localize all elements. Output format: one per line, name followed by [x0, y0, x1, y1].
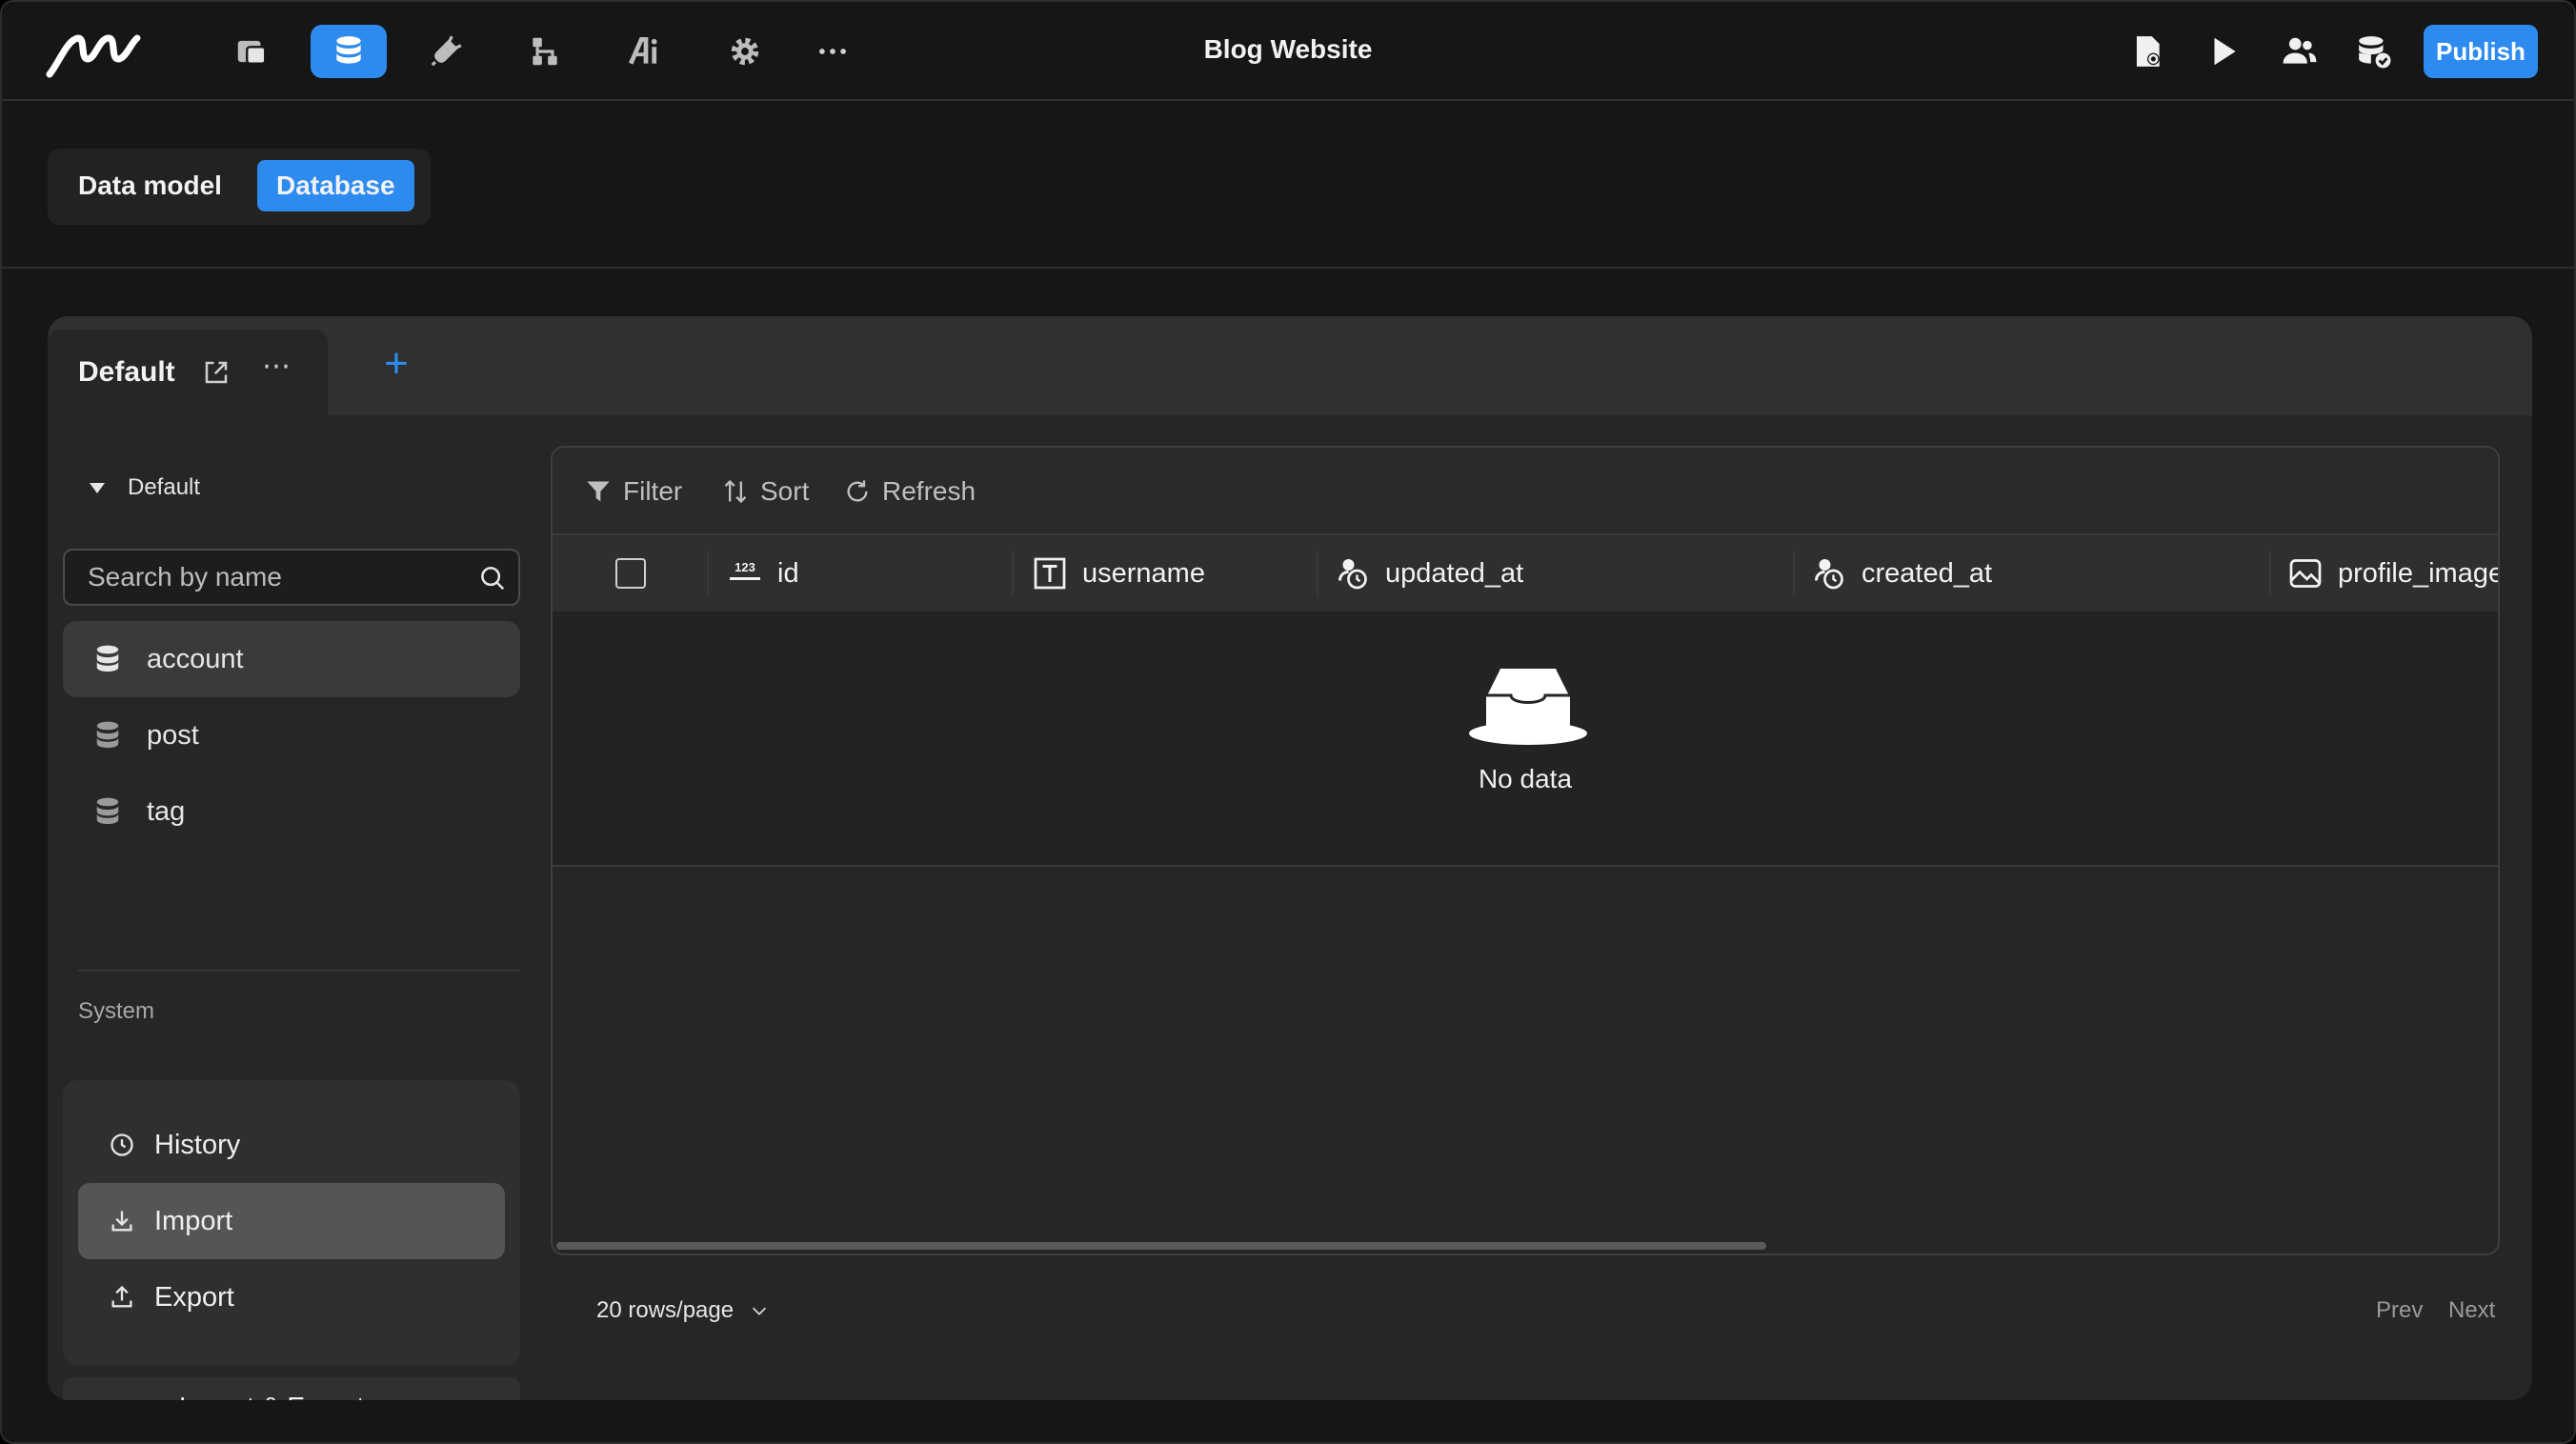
column-header-created-at[interactable]: created_at: [1812, 535, 1992, 612]
table-item-account[interactable]: account: [63, 621, 520, 697]
users-icon[interactable]: [2262, 25, 2338, 78]
empty-state: No data: [553, 612, 2498, 867]
search-icon[interactable]: [478, 564, 507, 592]
table-icon: [96, 645, 119, 672]
group-label: Default: [128, 474, 201, 500]
rows-per-page-label: 20 rows/page: [596, 1297, 735, 1323]
column-header-profile-image[interactable]: profile_image: [2288, 535, 2500, 612]
grid-toolbar: Filter Sort Refresh: [553, 448, 2498, 535]
column-header-id[interactable]: 123 id: [728, 535, 799, 612]
next-page-button[interactable]: Next: [2448, 1297, 2495, 1324]
mode-segmented-control: Data model Database: [48, 149, 431, 225]
table-label: account: [147, 643, 244, 674]
import-export-label: Import & Export: [179, 1392, 365, 1400]
system-item-label: History: [154, 1129, 241, 1160]
column-label: username: [1082, 557, 1205, 589]
sort-label: Sort: [760, 476, 810, 506]
publish-button[interactable]: Publish: [2424, 25, 2538, 78]
table-icon: [96, 721, 119, 749]
number-icon: 123: [730, 560, 760, 580]
add-tab-button[interactable]: +: [375, 343, 417, 387]
column-separator: [1012, 551, 1014, 596]
column-separator: [707, 551, 709, 596]
tab-strip: Default ⋯ +: [48, 316, 2532, 415]
data-grid: Filter Sort Refresh 123 id username upda…: [551, 446, 2500, 1255]
horizontal-scrollbar[interactable]: [556, 1242, 1766, 1250]
external-link-icon[interactable]: [202, 358, 231, 387]
image-icon: [2289, 559, 2322, 588]
import-icon: [111, 1211, 132, 1232]
search-input[interactable]: [65, 551, 465, 604]
datetime-icon: [1338, 559, 1367, 590]
column-header-username[interactable]: username: [1033, 535, 1205, 612]
segment-database[interactable]: Database: [257, 160, 414, 211]
refresh-label: Refresh: [882, 476, 976, 506]
system-item-label: Export: [154, 1281, 234, 1313]
refresh-button[interactable]: Refresh: [844, 476, 976, 507]
sidebar-divider: [78, 970, 520, 972]
import-export-button[interactable]: Import & Export: [63, 1377, 520, 1400]
column-header-updated-at[interactable]: updated_at: [1336, 535, 1523, 612]
table-label: post: [147, 719, 199, 751]
tab-label: Default: [78, 356, 175, 388]
select-all-checkbox[interactable]: [615, 558, 646, 589]
system-item-export[interactable]: Export: [78, 1259, 505, 1335]
empty-text: No data: [1478, 764, 1573, 793]
empty-inbox-icon: [1469, 668, 1587, 745]
tab-more-icon[interactable]: ⋯: [259, 352, 293, 387]
column-label: profile_image: [2338, 557, 2500, 589]
caret-down-icon: [90, 482, 105, 493]
column-separator: [2269, 551, 2271, 596]
grid-header-row: 123 id username updated_at created_at pr…: [553, 535, 2498, 612]
system-menu: History Import Export: [63, 1080, 520, 1366]
table-label: tag: [147, 795, 186, 827]
table-item-tag[interactable]: tag: [63, 773, 520, 850]
filter-label: Filter: [623, 476, 683, 506]
column-separator: [1317, 551, 1318, 596]
filter-button[interactable]: Filter: [585, 476, 682, 507]
chevron-up-icon: [377, 1394, 404, 1400]
table-sidebar: Default account post tag System: [48, 415, 581, 1400]
history-icon: [111, 1133, 133, 1156]
export-icon: [111, 1285, 132, 1308]
app-window: Blog Website Publish Data model Database…: [0, 0, 2576, 1444]
system-item-import[interactable]: Import: [78, 1183, 505, 1259]
prev-page-button[interactable]: Prev: [2376, 1297, 2423, 1324]
number-icon-glyph: 123: [735, 560, 755, 574]
sort-icon: [724, 479, 747, 504]
table-item-post[interactable]: post: [63, 697, 520, 773]
datetime-icon: [1815, 559, 1843, 590]
top-bar: Blog Website Publish: [2, 2, 2574, 101]
column-label: id: [777, 557, 799, 589]
group-toggle[interactable]: Default: [90, 474, 200, 501]
database-check-icon[interactable]: [2336, 25, 2412, 78]
segment-data-model[interactable]: Data model: [59, 160, 241, 211]
system-item-label: Import: [154, 1205, 233, 1236]
filter-icon: [587, 481, 610, 502]
rows-per-page-select[interactable]: 20 rows/page: [596, 1297, 770, 1324]
column-label: updated_at: [1385, 557, 1524, 589]
column-label: created_at: [1862, 557, 1993, 589]
mode-bar: Data model Database: [2, 101, 2574, 269]
page-settings-icon[interactable]: [2109, 25, 2185, 78]
system-label: System: [78, 998, 155, 1024]
system-item-history[interactable]: History: [78, 1107, 505, 1183]
column-separator: [1793, 551, 1795, 596]
search-box: [63, 549, 520, 606]
sort-button[interactable]: Sort: [722, 476, 809, 507]
database-panel: Default ⋯ + Default account post: [48, 316, 2532, 1400]
tab-default[interactable]: Default ⋯: [48, 330, 328, 415]
table-icon: [96, 797, 119, 825]
text-icon: [1034, 557, 1066, 590]
refresh-icon: [847, 480, 868, 502]
chevron-down-icon: [753, 1307, 767, 1315]
play-icon[interactable]: [2185, 25, 2262, 78]
